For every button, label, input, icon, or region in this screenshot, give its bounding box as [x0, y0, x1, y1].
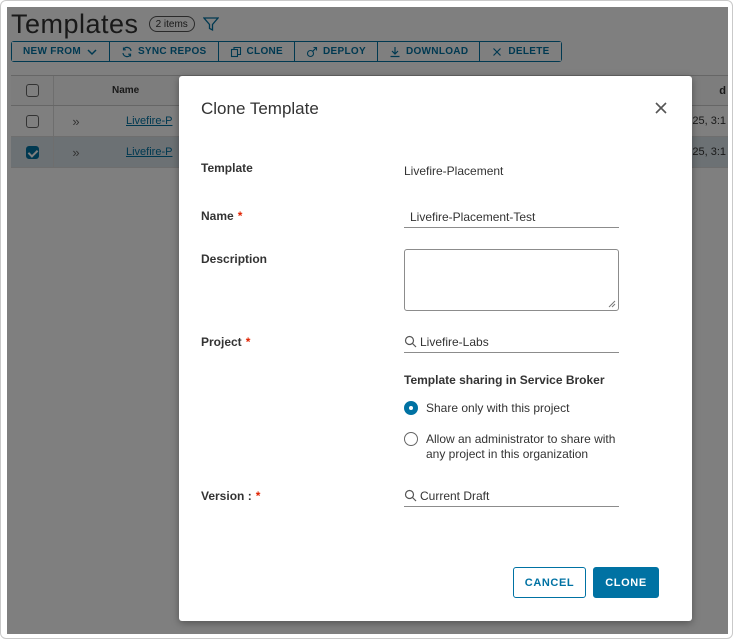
- project-label: Project *: [201, 335, 250, 349]
- dialog-title: Clone Template: [201, 99, 319, 118]
- required-marker: *: [255, 489, 261, 503]
- name-field-value: Livefire-Placement-Test: [410, 209, 536, 224]
- sharing-title: Template sharing in Service Broker: [404, 373, 605, 387]
- project-label-text: Project: [201, 335, 242, 349]
- cancel-button[interactable]: CANCEL: [513, 567, 586, 598]
- required-marker: *: [237, 209, 243, 223]
- share-any-project-label: Allow an administrator to share with any…: [426, 432, 616, 461]
- clone-button[interactable]: CLONE: [593, 567, 659, 598]
- radio-share-project-only[interactable]: [404, 401, 418, 415]
- resize-grip-icon[interactable]: [608, 300, 616, 308]
- version-label-text: Version :: [201, 489, 252, 503]
- close-icon[interactable]: [653, 100, 669, 116]
- name-field[interactable]: Livefire-Placement-Test: [404, 206, 619, 228]
- description-textarea[interactable]: [404, 249, 619, 311]
- name-label-text: Name: [201, 209, 234, 223]
- share-project-only-label: Share only with this project: [426, 401, 570, 415]
- template-label: Template: [201, 161, 253, 175]
- required-marker: *: [245, 335, 251, 349]
- name-label: Name *: [201, 209, 242, 223]
- search-icon: [404, 489, 417, 502]
- project-value: Livefire-Labs: [420, 334, 489, 349]
- version-value: Current Draft: [420, 488, 490, 503]
- version-search-input[interactable]: Current Draft: [404, 485, 619, 507]
- radio-share-any-project[interactable]: [404, 432, 418, 446]
- search-icon: [404, 335, 417, 348]
- template-value: Livefire-Placement: [404, 164, 504, 178]
- share-any-project-option[interactable]: Allow an administrator to share with any…: [404, 432, 636, 462]
- window-frame: Templates 2 items NEW FROM SYNC REPOS CL…: [0, 0, 733, 639]
- clone-template-dialog: Clone Template Template Livefire-Placeme…: [179, 76, 692, 621]
- description-label: Description: [201, 252, 268, 266]
- version-label: Version : *: [201, 489, 260, 503]
- share-project-only-option[interactable]: Share only with this project: [404, 401, 636, 416]
- project-search-input[interactable]: Livefire-Labs: [404, 331, 619, 353]
